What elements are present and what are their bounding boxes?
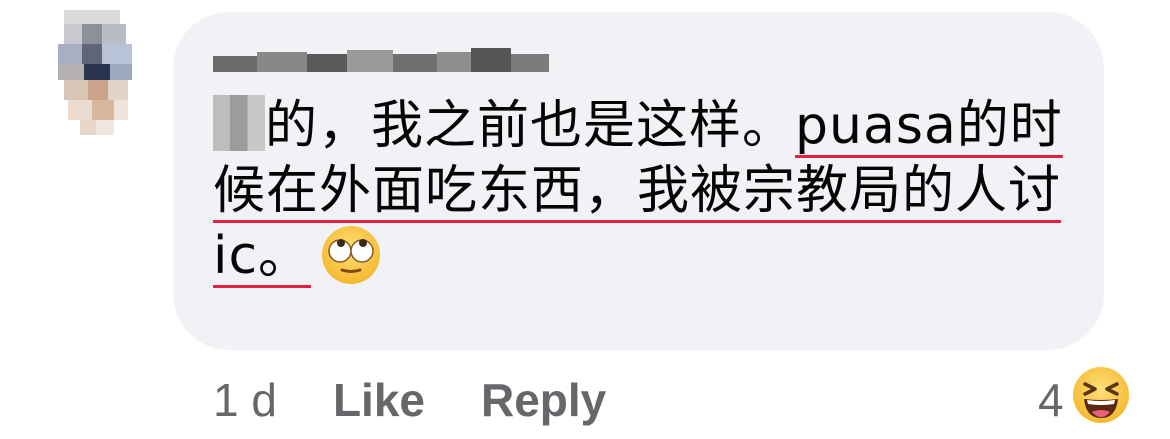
reply-button[interactable]: Reply bbox=[481, 373, 606, 427]
like-button[interactable]: Like bbox=[333, 373, 425, 427]
avatar[interactable] bbox=[58, 10, 138, 135]
comment-time[interactable]: 1 d bbox=[213, 373, 277, 427]
comment-text-prefix: 的，我之前也是这样。 bbox=[265, 96, 796, 156]
comment-bubble: 的，我之前也是这样。puasa的时候在外面吃东西，我被宗教局的人讨 ic。 bbox=[173, 12, 1104, 350]
comment-actions: 1 d Like Reply bbox=[213, 372, 662, 428]
rolling-eyes-icon bbox=[321, 225, 381, 301]
comment-text: 的，我之前也是这样。puasa的时候在外面吃东西，我被宗教局的人讨 ic。 bbox=[213, 94, 1083, 301]
author-name[interactable] bbox=[213, 46, 549, 78]
redacted-block bbox=[213, 95, 265, 151]
reaction-count: 4 bbox=[1038, 374, 1064, 426]
laughing-icon bbox=[1072, 366, 1130, 435]
reactions-summary[interactable]: 4 bbox=[1038, 366, 1130, 430]
